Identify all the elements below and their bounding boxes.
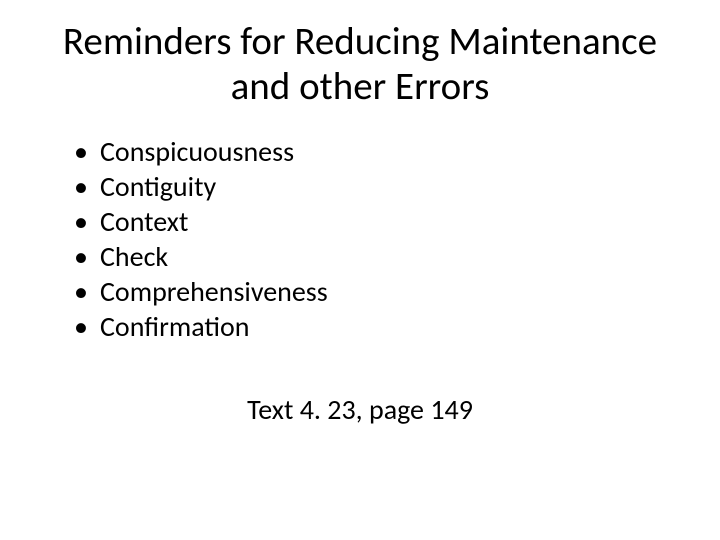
list-item: Comprehensiveness — [70, 274, 680, 309]
list-item: Context — [70, 204, 680, 239]
reference-text: Text 4. 23, page 149 — [40, 392, 680, 427]
slide-title: Reminders for Reducing Maintenance and o… — [40, 20, 680, 110]
list-item: Conspicuousness — [70, 134, 680, 169]
list-item: Confirmation — [70, 309, 680, 344]
slide: Reminders for Reducing Maintenance and o… — [0, 0, 720, 540]
list-item: Contiguity — [70, 169, 680, 204]
bullet-list: Conspicuousness Contiguity Context Check… — [70, 134, 680, 344]
list-item: Check — [70, 239, 680, 274]
